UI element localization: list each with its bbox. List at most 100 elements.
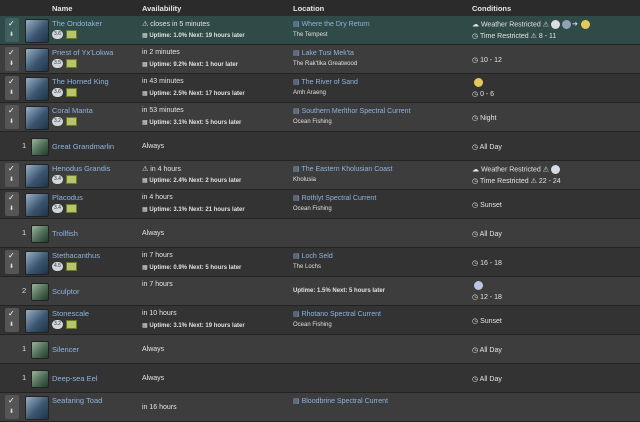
time-condition: ◷ 10 - 12 (472, 57, 502, 64)
location-link[interactable]: ▤ Bloodbrine Spectral Current (293, 397, 388, 405)
location-link[interactable]: ▤ Where the Dry Return (293, 20, 370, 28)
availability-text: in 7 hours (142, 252, 173, 259)
table-row[interactable]: ✓ ⬇ Stethacanthus 4.5 in 7 hours ▦ Uptime: 0.… (0, 248, 640, 277)
availability-text: in 2 minutes (142, 49, 180, 56)
map-icon: ▤ (293, 311, 300, 318)
completed-toggle[interactable]: ✓ ⬇ (5, 47, 19, 71)
fish-name-link[interactable]: Stonescale (52, 309, 89, 318)
fish-name-link[interactable]: Deep-sea Eel (52, 374, 97, 383)
fish-name-link[interactable]: Henodus Grandis (52, 164, 110, 173)
completed-toggle[interactable]: ✓ ⬇ (5, 308, 19, 332)
check-icon: ✓ (8, 396, 15, 405)
completed-toggle[interactable]: ✓ ⬇ (5, 250, 19, 274)
table-row[interactable]: ✓ ⬇ Coral Manta 3.2 in 53 minutes ▦ Uptime: 3… (0, 103, 640, 132)
cloud-icon: ☁ (472, 166, 479, 174)
fish-name-link[interactable]: Seafaring Toad (52, 396, 102, 405)
location-link[interactable]: ▤ Rhotano Spectral Current (293, 310, 381, 318)
clock-icon: ◷ (472, 144, 479, 151)
region-label: The Lochs (293, 264, 322, 270)
fish-icon (25, 164, 49, 188)
fish-name-link[interactable]: Trollfish (52, 229, 78, 238)
bait-icon (66, 88, 77, 97)
bite-time-badge: 3.4 (52, 175, 63, 184)
uptime-info: Uptime: 1.5% Next: 5 hours later (293, 288, 386, 294)
location-link[interactable]: ▤ Southern Merlthor Spectral Current (293, 107, 411, 115)
availability-text: Always (142, 375, 165, 382)
completed-toggle[interactable]: ✓ ⬇ (5, 76, 19, 100)
download-icon: ⬇ (9, 177, 15, 183)
download-icon: ⬇ (9, 409, 15, 415)
time-condition: ◷ Time Restricted ⚠ 8 - 11 (472, 33, 557, 40)
fish-meta: 3.4 (52, 204, 77, 214)
availability-text: Always (142, 143, 165, 150)
region-label: Kholusia (293, 177, 317, 183)
table-row[interactable]: ✓ ⬇ Seafaring Toad in 16 hours ▤ Bloodbrine … (0, 393, 640, 422)
map-icon: ▤ (293, 108, 300, 115)
location-link[interactable]: ▤ Rothlyt Spectral Current (293, 194, 376, 202)
table-row[interactable]: ✓ ⬇ Priest of Yx'Lokwa 3.5 in 2 minutes ▦ Upt… (0, 45, 640, 74)
calendar-icon: ▦ (142, 33, 148, 39)
check-icon: ✓ (8, 193, 15, 202)
fish-name-link[interactable]: Stethacanthus (52, 251, 100, 260)
table-row[interactable]: 1 Great Grandmarlin Always ◷ All Day (0, 132, 640, 161)
clock-icon: ◷ (472, 294, 479, 301)
bait-icon (66, 30, 77, 39)
weather-icon (580, 20, 590, 29)
uptime-info: ▦ Uptime: 3.1% Next: 5 hours later (142, 120, 242, 126)
weather-icon (474, 78, 483, 87)
map-icon: ▤ (293, 398, 300, 405)
warning-icon: ⚠ (530, 178, 537, 185)
location-link[interactable]: ▤ The River of Sand (293, 78, 358, 86)
table-row[interactable]: ✓ ⬇ Placodus 3.4 in 4 hours ▦ Uptime: 3.1% Ne… (0, 190, 640, 219)
bite-time-badge: 3.6 (52, 30, 63, 39)
uptime-info: ▦ Uptime: 1.0% Next: 19 hours later (142, 33, 245, 39)
fish-name-link[interactable]: Coral Manta (52, 106, 93, 115)
bite-time-badge: 3.6 (52, 88, 63, 97)
location-link[interactable]: ▤ The Eastern Kholusian Coast (293, 165, 393, 173)
table-row[interactable]: 2 Sculptor in 7 hours Uptime: 1.5% Next: 5 … (0, 277, 640, 306)
completed-toggle[interactable]: ✓ ⬇ (5, 18, 19, 42)
warning-icon: ⚠ (530, 33, 537, 40)
weather-condition: ☁ Weather Restricted ⚠ ➔ (472, 20, 590, 29)
table-row[interactable]: ✓ ⬇ The Ondotaker 3.6 ⚠ closes in 5 minutes ▦… (0, 16, 640, 45)
weather-icon (550, 20, 560, 29)
location-link[interactable]: ▤ Loch Seld (293, 252, 333, 260)
table-row[interactable]: 1 Silencer Always ◷ All Day (0, 335, 640, 364)
table-row[interactable]: ✓ ⬇ Henodus Grandis 3.4 ⚠ in 4 hours ▦ Uptime… (0, 161, 640, 190)
uptime-info: ▦ Uptime: 3.1% Next: 19 hours later (142, 323, 245, 329)
completed-toggle[interactable]: ✓ ⬇ (5, 105, 19, 129)
fish-name-link[interactable]: Silencer (52, 345, 79, 354)
table-row[interactable]: 1 Deep-sea Eel Always ◷ All Day (0, 364, 640, 393)
fish-name-link[interactable]: The Horned King (52, 77, 109, 86)
completed-toggle[interactable]: ✓ ⬇ (5, 163, 19, 187)
count-label: 2 (22, 286, 27, 295)
calendar-icon: ▦ (142, 91, 148, 97)
table-row[interactable]: ✓ ⬇ The Horned King 3.6 in 43 minutes ▦ Uptim… (0, 74, 640, 103)
fish-meta: 3.2 (52, 117, 77, 127)
location-link[interactable]: ▤ Lake Tusi Mek'ta (293, 49, 354, 57)
clock-icon: ◷ (472, 376, 479, 383)
header-location: Location (293, 4, 325, 13)
availability-text: Always (142, 346, 165, 353)
map-icon: ▤ (293, 21, 300, 28)
fish-icon (25, 193, 49, 217)
fish-meta: 4.5 (52, 262, 77, 272)
fish-name-link[interactable]: The Ondotaker (52, 19, 102, 28)
bait-icon (66, 204, 77, 213)
fish-name-link[interactable]: Placodus (52, 193, 83, 202)
fish-meta: 3.2 (52, 320, 77, 330)
region-label: Amh Araeng (293, 90, 327, 96)
completed-toggle[interactable]: ✓ ⬇ (5, 395, 19, 419)
table-row[interactable]: ✓ ⬇ Stonescale 3.2 in 10 hours ▦ Uptime: 3.1%… (0, 306, 640, 335)
clock-icon: ◷ (472, 57, 479, 64)
fish-name-link[interactable]: Priest of Yx'Lokwa (52, 48, 113, 57)
fish-icon (31, 138, 49, 156)
clock-icon: ◷ (472, 33, 479, 40)
completed-toggle[interactable]: ✓ ⬇ (5, 192, 19, 216)
table-row[interactable]: 1 Trollfish Always ◷ All Day (0, 219, 640, 248)
fish-name-link[interactable]: Great Grandmarlin (52, 142, 114, 151)
uptime-info: ▦ Uptime: 2.5% Next: 17 hours later (142, 91, 245, 97)
fish-icon (25, 251, 49, 275)
map-icon: ▤ (293, 166, 300, 173)
fish-name-link[interactable]: Sculptor (52, 287, 80, 296)
